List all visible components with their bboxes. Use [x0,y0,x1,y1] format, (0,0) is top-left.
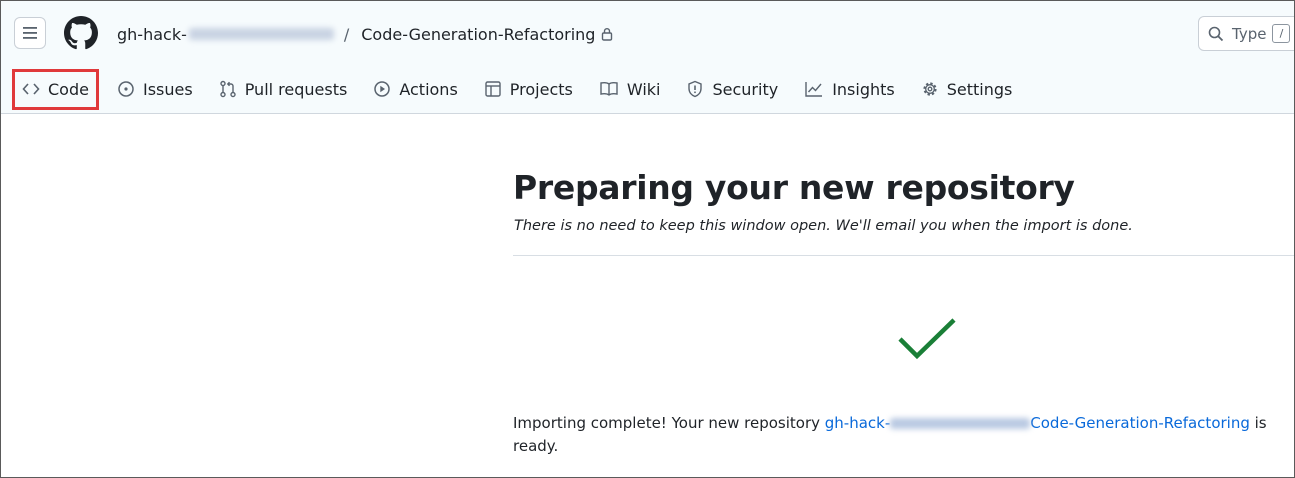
message-prefix: Importing complete! Your new repository [513,414,825,432]
lock-icon [602,28,613,41]
tab-issues[interactable]: Issues [117,70,193,108]
code-icon [22,83,40,95]
tab-pull-requests-label: Pull requests [244,79,348,99]
breadcrumb: gh-hack- / Code-Generation-Refactoring [117,22,613,46]
message-suffix: ready. [513,437,559,455]
message-suffix-inline: is [1249,414,1267,432]
tab-security-label: Security [712,79,779,99]
page-title: Preparing your new repository [513,168,1075,207]
tab-settings-label: Settings [946,79,1013,99]
hamburger-icon [23,27,37,39]
book-icon [600,82,618,96]
tab-projects[interactable]: Projects [484,70,573,108]
owner-link[interactable]: gh-hack- [117,25,334,44]
owner-prefix: gh-hack- [117,24,187,44]
github-logo-icon[interactable] [64,16,98,50]
tab-insights-label: Insights [832,79,895,99]
redacted-owner-link [890,418,1031,429]
tab-issues-label: Issues [142,79,193,99]
page-subtitle: There is no need to keep this window ope… [514,218,1133,234]
search-shortcut-key: / [1272,24,1291,43]
import-complete-message: Importing complete! Your new repository … [513,412,1294,458]
issue-opened-icon [118,81,134,97]
repo-link-prefix: gh-hack- [824,414,891,432]
check-icon [898,318,956,360]
tab-wiki[interactable]: Wiki [599,70,661,108]
gear-icon [923,82,937,96]
tab-security[interactable]: Security [686,70,778,108]
search-icon [1208,26,1224,41]
repo-name-link[interactable]: Code-Generation-Refactoring [361,25,595,44]
tab-wiki-label: Wiki [626,79,661,99]
repo-link-suffix: Code-Generation-Refactoring [1030,414,1250,432]
repo-nav: Code Issues Pull requests Actions Projec… [1,68,1038,110]
tab-actions-label: Actions [399,79,458,99]
breadcrumb-separator: / [343,24,350,44]
new-repo-link[interactable]: gh-hack- Code-Generation-Refactoring [825,414,1250,432]
tab-actions[interactable]: Actions [373,70,458,108]
tab-code-label: Code [48,79,89,99]
table-icon [485,81,501,97]
play-icon [374,81,391,97]
global-menu-button[interactable] [14,17,46,49]
tab-insights[interactable]: Insights [804,70,895,108]
search-placeholder: Type [1232,24,1267,43]
git-pull-request-icon [219,80,236,98]
redacted-owner [188,27,334,40]
tab-code[interactable]: Code [12,68,99,110]
import-status-panel: Preparing your new repository There is n… [513,161,1294,234]
browser-frame: gh-hack- / Code-Generation-Refactoring T… [0,0,1295,478]
tab-settings[interactable]: Settings [921,70,1013,108]
search-input[interactable]: Type / [1198,16,1294,51]
shield-icon [688,80,703,98]
tab-pull-requests[interactable]: Pull requests [219,70,348,108]
divider [513,255,1294,256]
tab-projects-label: Projects [509,79,573,99]
repo-header: gh-hack- / Code-Generation-Refactoring T… [1,1,1294,114]
graph-icon [805,82,823,97]
